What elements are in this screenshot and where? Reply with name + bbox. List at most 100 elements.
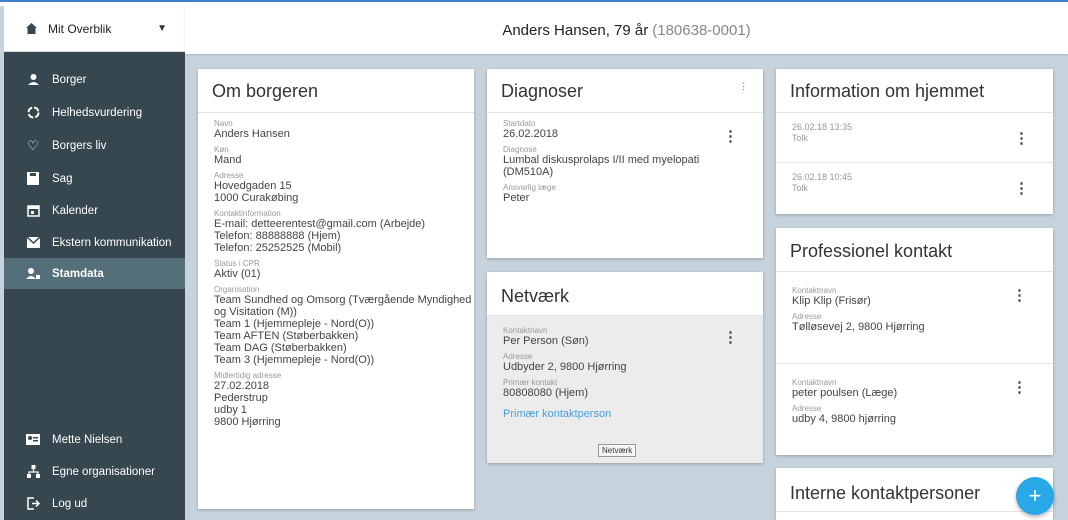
kontakt-telefon-hjem: Telefon: 88888888 (Hjem)	[214, 230, 341, 242]
sidebar: Mit Overblik ▼ Borger Helhedsvurdering ♡…	[4, 6, 185, 520]
organisation-line-1: Team Sundhed og Omsorg (Tværgående Myndi…	[214, 294, 472, 306]
chevron-down-icon: ▼	[157, 23, 167, 34]
diagnoser-card: Diagnoser ⋮ ⋮ Startdato 26.02.2018 Diagn…	[487, 69, 763, 258]
navn-label: Navn	[214, 119, 233, 128]
diagnoser-header-menu-icon[interactable]: ⋮	[739, 82, 748, 91]
netvaerk-row-menu-icon[interactable]: ⋮	[723, 330, 738, 345]
nav-helhedsvurdering-label: Helhedsvurdering	[52, 106, 143, 119]
diagnose-line-2: (DM510A)	[503, 166, 554, 178]
calendar-icon	[26, 204, 40, 218]
organisation-line-6: Team 3 (Hjemmepleje - Nord(O))	[214, 354, 375, 366]
professionel-kontakt-card: Professionel kontakt Kontaktnavn Klip Kl…	[776, 228, 1053, 455]
adresse-label: Adresse	[214, 171, 244, 180]
ansvarlig-laege-label: Ansvarlig læge	[503, 183, 556, 192]
hjem-title: Information om hjemmet	[776, 69, 1053, 113]
organisation-line-5: Team DAG (Støberbakken)	[214, 342, 347, 354]
nav-sag[interactable]: Sag	[4, 163, 185, 194]
midlertidig-line-3: 9800 Hjørring	[214, 416, 281, 428]
nav-mette-nielsen-label: Mette Nielsen	[52, 433, 123, 446]
hjem-row[interactable]: 26.02.18 13:35 Tolk ⋮	[776, 113, 1053, 163]
person-card-icon	[26, 267, 40, 281]
midlertidig-date: 27.02.2018	[214, 380, 270, 392]
adresse-line-2: 1000 Curakøbing	[214, 192, 299, 204]
diagnoser-row-menu-icon[interactable]: ⋮	[723, 129, 738, 144]
patient-cpr: (180638-0001)	[652, 21, 751, 39]
overview-label: Mit Overblik	[48, 21, 112, 36]
logout-icon	[26, 497, 40, 511]
add-button[interactable]: +	[1016, 477, 1054, 515]
id-card-icon	[26, 433, 40, 447]
netvaerk-card: Netværk ⋮ Kontaktnavn Per Person (Søn) A…	[487, 272, 763, 463]
kon-label: Køn	[214, 145, 229, 154]
interne-kontaktpersoner-card: Interne kontaktpersoner	[776, 468, 1053, 520]
kon-value: Mand	[214, 154, 242, 166]
nav-helhedsvurdering[interactable]: Helhedsvurdering	[4, 97, 185, 128]
om-borgeren-card: Om borgeren Navn Anders Hansen Køn Mand …	[198, 69, 474, 509]
kontakt-telefon-mobil: Telefon: 25252525 (Mobil)	[214, 242, 342, 254]
nav-mette-nielsen[interactable]: Mette Nielsen	[4, 424, 185, 455]
nav-log-ud-label: Log ud	[52, 497, 88, 510]
nav-borgers-liv[interactable]: ♡ Borgers liv	[4, 130, 185, 161]
nav-borger[interactable]: Borger	[4, 64, 185, 95]
netvaerk-primaer-value: 80808080 (Hjem)	[503, 387, 588, 399]
organisation-label: Organisation	[214, 285, 260, 294]
hjem-row-menu-icon[interactable]: ⋮	[1014, 181, 1029, 196]
diagnose-line-1: Lumbal diskusprolaps I/II med myelopati	[503, 154, 700, 166]
startdato-label: Startdato	[503, 119, 536, 128]
prof-adresse-value: Tølløsevej 2, 9800 Hjørring	[792, 321, 925, 333]
heart-icon: ♡	[27, 138, 39, 153]
interne-title: Interne kontaktpersoner	[776, 468, 1053, 512]
navn-value: Anders Hansen	[214, 128, 290, 140]
nav-stamdata[interactable]: Stamdata	[4, 258, 185, 289]
organisation-line-2: og Visitation (M))	[214, 306, 297, 318]
mail-icon	[26, 236, 40, 250]
prof-row[interactable]: Kontaktnavn peter poulsen (Læge) Adresse…	[776, 364, 1053, 455]
nav-borger-label: Borger	[52, 73, 87, 86]
netvaerk-title: Netværk	[487, 272, 763, 316]
nav-log-ud[interactable]: Log ud	[4, 488, 185, 519]
organisation-line-3: Team 1 (Hjemmepleje - Nord(O))	[214, 318, 375, 330]
nav-sag-label: Sag	[52, 172, 73, 185]
overview-dropdown[interactable]: Mit Overblik ▼	[4, 6, 185, 52]
kontakt-email: E-mail: detteerentest@gmail.com (Arbejde…	[214, 218, 426, 230]
netvaerk-tooltip: Netværk	[598, 444, 637, 457]
prof-adresse-label: Adresse	[792, 312, 822, 321]
nav-stamdata-label: Stamdata	[52, 267, 104, 280]
nav-ekstern-kommunikation-label: Ekstern kommunikation	[52, 236, 172, 249]
netvaerk-adresse-label: Adresse	[503, 352, 533, 361]
prof-adresse-value: udby 4, 9800 hjørring	[792, 413, 896, 425]
diagnose-label: Diagnose	[503, 145, 537, 154]
folder-icon	[26, 172, 40, 186]
person-icon	[26, 73, 40, 87]
midlertidig-adresse-label: Midlertidig adresse	[214, 371, 282, 380]
org-chart-icon	[26, 465, 40, 479]
organisation-line-4: Team AFTEN (Støberbakken)	[214, 330, 359, 342]
midlertidig-line-2: udby 1	[214, 404, 248, 416]
nav-borgers-liv-label: Borgers liv	[52, 139, 107, 152]
information-om-hjemmet-card: Information om hjemmet 26.02.18 13:35 To…	[776, 69, 1053, 214]
prof-row-menu-icon[interactable]: ⋮	[1012, 288, 1027, 303]
prof-row-menu-icon[interactable]: ⋮	[1012, 380, 1027, 395]
cycle-icon	[26, 106, 40, 120]
diagnoser-title: Diagnoser	[487, 69, 763, 113]
nav-kalender[interactable]: Kalender	[4, 195, 185, 226]
netvaerk-row[interactable]: ⋮ Kontaktnavn Per Person (Søn) Adresse U…	[487, 316, 763, 463]
nav-ekstern-kommunikation[interactable]: Ekstern kommunikation	[4, 227, 185, 258]
prof-adresse-label: Adresse	[792, 404, 822, 413]
netvaerk-adresse-value: Udbyder 2, 9800 Hjørring	[503, 361, 627, 373]
plus-icon: +	[1028, 483, 1042, 508]
status-value: Aktiv (01)	[214, 268, 261, 280]
netvaerk-primaer-label: Primær kontakt	[503, 378, 558, 387]
hjem-row-menu-icon[interactable]: ⋮	[1014, 131, 1029, 146]
hjem-row[interactable]: 26.02.18 10:45 Tolk ⋮	[776, 163, 1053, 213]
nav-kalender-label: Kalender	[52, 204, 99, 217]
adresse-line-1: Hovedgaden 15	[214, 180, 292, 192]
om-borgeren-title: Om borgeren	[198, 69, 474, 113]
prof-row[interactable]: Kontaktnavn Klip Klip (Frisør) Adresse T…	[776, 272, 1053, 364]
nav-egne-organisationer[interactable]: Egne organisationer	[4, 456, 185, 487]
primaer-kontaktperson-link[interactable]: Primær kontaktperson	[503, 408, 763, 420]
nav-egne-organisationer-label: Egne organisationer	[52, 465, 155, 478]
prof-title: Professionel kontakt	[776, 228, 1053, 272]
patient-header: Anders Hansen, 79 år (180638-0001)	[185, 6, 1068, 54]
kontakt-label: Kontaktinformation	[214, 209, 281, 218]
